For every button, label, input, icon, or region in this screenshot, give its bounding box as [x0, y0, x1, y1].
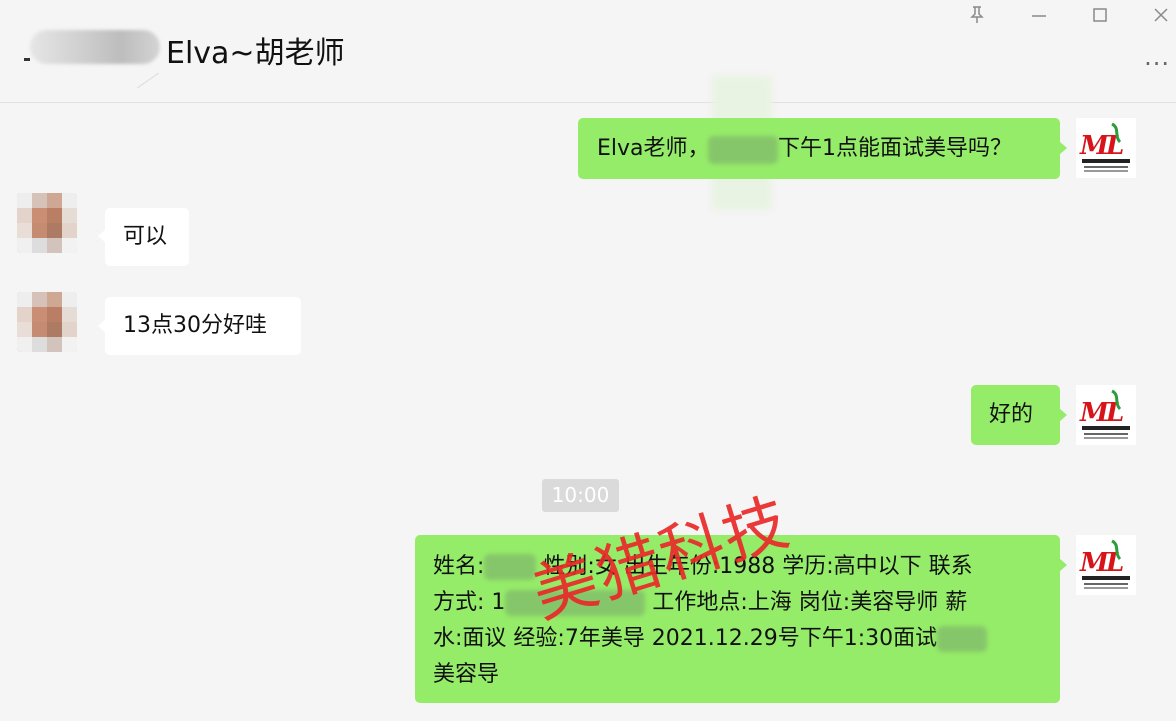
avatar[interactable]: M L — [1076, 385, 1136, 445]
message-bubble-outgoing[interactable]: Elva老师， 下午1点能面试美导吗？ — [578, 118, 1060, 179]
svg-text:L: L — [1105, 398, 1124, 428]
blurred-text — [937, 626, 988, 652]
message-text: 13点30分好哇 — [123, 313, 267, 338]
timestamp: 10:00 — [542, 479, 619, 512]
message-text-suffix: 下午1点能面试美导吗？ — [778, 136, 1012, 161]
logo-icon: M L — [1076, 535, 1136, 595]
message-bubble-incoming[interactable]: 13点30分好哇 — [105, 297, 301, 355]
bubble-tail — [1059, 558, 1067, 572]
message-line: 水:面议 经验:7年美导 2021.12.29号下午1:30面试 — [433, 626, 938, 651]
message-text-prefix: Elva老师， — [597, 136, 710, 161]
message-line: 工作地点:上海 岗位:美容导师 薪 — [645, 590, 968, 615]
pin-icon[interactable] — [966, 4, 990, 28]
message-line: 美容导 — [433, 662, 500, 687]
logo-icon: M L — [1076, 385, 1136, 445]
close-icon[interactable] — [1150, 4, 1174, 28]
chat-header: Elva~胡老师 ··· — [0, 0, 1176, 103]
message-text: 好的 — [989, 402, 1034, 427]
avatar[interactable] — [17, 193, 77, 253]
chat-title: Elva~胡老师 — [166, 36, 345, 71]
message-bubble-incoming[interactable]: 可以 — [105, 208, 189, 266]
divider — [137, 72, 159, 89]
message-line: 方式: 1 — [433, 590, 506, 615]
more-icon[interactable]: ··· — [1144, 50, 1170, 78]
message-line: 姓名: — [433, 554, 485, 579]
blurred-text — [708, 136, 778, 164]
title-mark — [24, 58, 30, 61]
message-text: 可以 — [123, 224, 168, 249]
minimize-icon[interactable] — [1028, 4, 1052, 28]
avatar[interactable]: M L — [1076, 535, 1136, 595]
bubble-tail — [1059, 141, 1067, 155]
blurred-name — [30, 30, 160, 64]
message-bubble-outgoing[interactable]: 好的 — [971, 385, 1060, 445]
maximize-icon[interactable] — [1089, 4, 1113, 28]
avatar[interactable]: M L — [1076, 118, 1136, 178]
svg-text:L: L — [1105, 548, 1124, 578]
svg-text:L: L — [1105, 131, 1124, 161]
bubble-tail — [1059, 408, 1067, 422]
avatar[interactable] — [17, 292, 77, 352]
logo-icon: M L — [1076, 118, 1136, 178]
